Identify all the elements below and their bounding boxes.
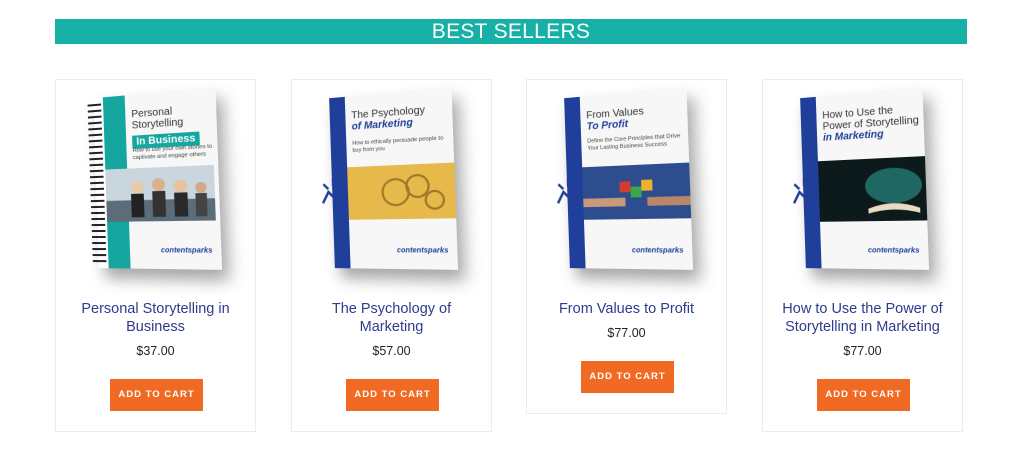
add-to-cart-button[interactable]: ADD TO CART xyxy=(346,379,439,411)
product-image-link[interactable]: From Values To Profit Define the Core Pri… xyxy=(527,80,726,280)
add-to-cart-button[interactable]: ADD TO CART xyxy=(110,379,203,411)
product-title-link[interactable]: The Psychology of Marketing xyxy=(300,300,483,336)
product-image-link[interactable]: Personal StorytellingIn Business How to … xyxy=(56,80,255,280)
product-card: How to Use the Power of Storytelling in M… xyxy=(762,79,963,432)
book-cover-image: Personal StorytellingIn Business How to … xyxy=(87,87,223,270)
brand-logo-icon xyxy=(553,175,583,206)
product-image-link[interactable]: The Psychology of Marketing How to ethica… xyxy=(292,80,491,280)
book-cover-image: How to Use the Power of Storytelling in M… xyxy=(800,87,930,270)
product-card: The Psychology of Marketing How to ethica… xyxy=(291,79,492,432)
product-price: $77.00 xyxy=(607,326,646,340)
brand-logo-icon xyxy=(789,175,819,206)
product-image-link[interactable]: How to Use the Power of Storytelling in M… xyxy=(763,80,962,280)
book-cover-image: From Values To Profit Define the Core Pri… xyxy=(564,87,694,270)
product-card: Personal StorytellingIn Business How to … xyxy=(55,79,256,432)
product-title-link[interactable]: Personal Storytelling in Business xyxy=(64,300,247,336)
product-title-link[interactable]: How to Use the Power of Storytelling in … xyxy=(771,300,954,336)
book-cover-image: The Psychology of Marketing How to ethica… xyxy=(329,87,459,270)
product-price: $77.00 xyxy=(843,344,882,358)
add-to-cart-button[interactable]: ADD TO CART xyxy=(817,379,910,411)
best-sellers-banner: BEST SELLERS xyxy=(55,19,967,44)
add-to-cart-button[interactable]: ADD TO CART xyxy=(581,361,674,393)
product-price: $37.00 xyxy=(136,344,175,358)
product-title-link[interactable]: From Values to Profit xyxy=(535,300,718,318)
product-price: $57.00 xyxy=(372,344,411,358)
product-card: From Values To Profit Define the Core Pri… xyxy=(526,79,727,414)
brand-logo-icon xyxy=(318,175,348,206)
